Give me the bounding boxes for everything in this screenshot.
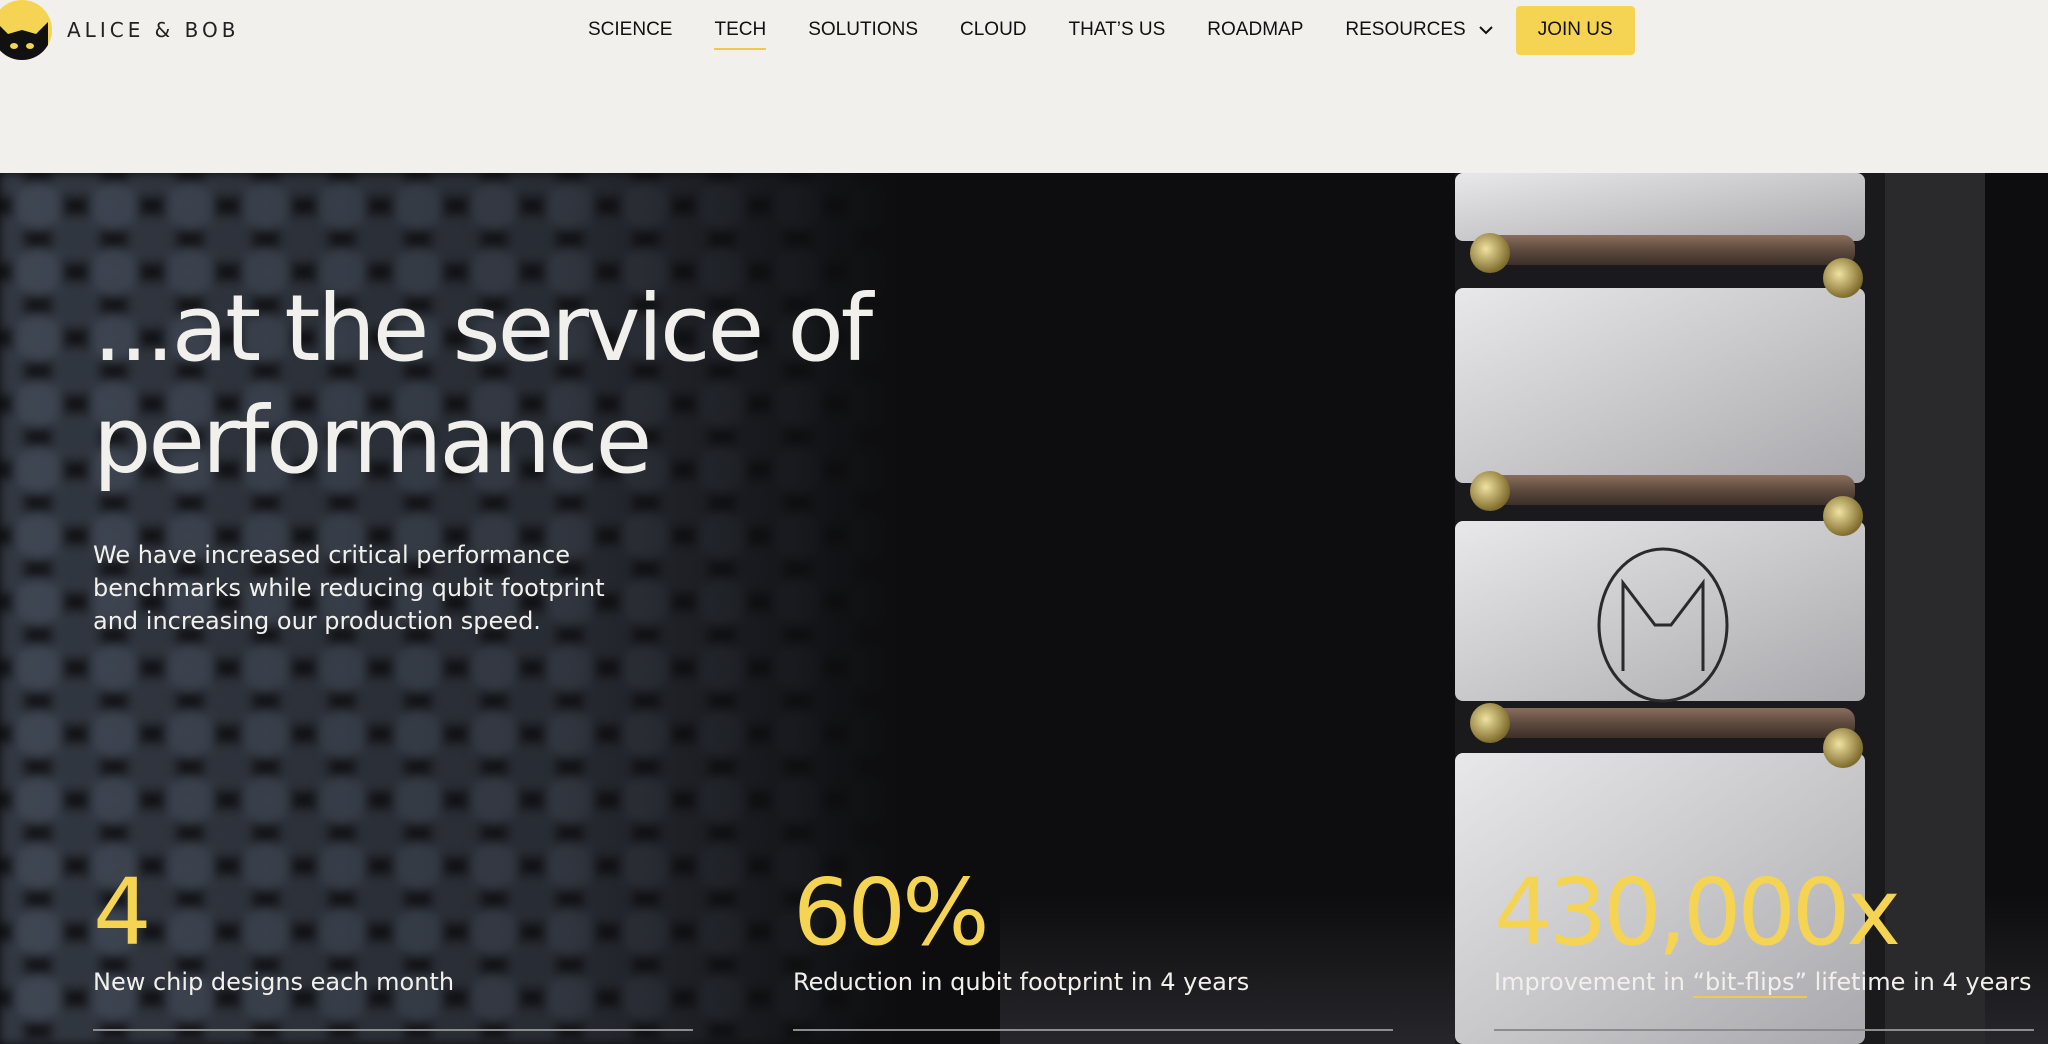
nav-item-tech[interactable]: TECH: [714, 19, 766, 50]
stat-value: 60%: [793, 859, 989, 966]
stat-chip-designs: 4 New chip designs each month: [93, 859, 693, 997]
stat-value: 4: [93, 859, 152, 966]
hero-subtitle: We have increased critical performance b…: [93, 541, 605, 635]
nav-item-science[interactable]: SCIENCE: [588, 19, 672, 41]
nav-item-resources-label: RESOURCES: [1345, 19, 1466, 40]
cat-head-icon: [0, 0, 52, 60]
join-us-button[interactable]: JOIN US: [1515, 5, 1635, 55]
stat-label: New chip designs each month: [93, 968, 455, 996]
nav-item-cloud[interactable]: CLOUD: [960, 19, 1027, 41]
hero-section: ...at the service of performance We have…: [0, 173, 2048, 1044]
site-header: ALICE & BOB SCIENCE TECH SOLUTIONS CLOUD…: [0, 0, 2048, 173]
hero-title-line1: ...at the service of: [93, 275, 873, 382]
stat-qubit-footprint: 60% Reduction in qubit footprint in 4 ye…: [793, 859, 1393, 997]
brand-name: ALICE & BOB: [67, 18, 240, 42]
stat-divider: [793, 1029, 1393, 1031]
stat-bit-flips: 430,000x Improvement in “bit-flips” life…: [1494, 859, 2034, 998]
nav-item-roadmap[interactable]: ROADMAP: [1207, 19, 1303, 41]
main-nav: SCIENCE TECH SOLUTIONS CLOUD THAT’S US R…: [588, 5, 1635, 55]
stat-label-suffix: lifetime in 4 years: [1806, 968, 2032, 996]
nav-item-resources[interactable]: RESOURCES: [1345, 19, 1493, 41]
nav-item-solutions[interactable]: SOLUTIONS: [808, 19, 918, 41]
nav-item-thats-us[interactable]: THAT’S US: [1069, 19, 1166, 41]
hero-title-line2: performance: [93, 387, 652, 494]
brand-logo[interactable]: ALICE & BOB: [0, 0, 239, 60]
stat-divider: [1494, 1029, 2034, 1031]
stat-divider: [93, 1029, 693, 1031]
stat-value: 430,000x: [1494, 859, 1901, 966]
stat-label-prefix: Improvement in: [1494, 968, 1693, 996]
bit-flips-link[interactable]: “bit-flips”: [1692, 968, 1807, 998]
stat-label: Reduction in qubit footprint in 4 years: [793, 968, 1250, 996]
hero-title: ...at the service of performance: [93, 273, 993, 497]
chevron-down-icon: [1478, 19, 1494, 41]
stat-label: Improvement in “bit-flips” lifetime in 4…: [1494, 968, 2034, 998]
